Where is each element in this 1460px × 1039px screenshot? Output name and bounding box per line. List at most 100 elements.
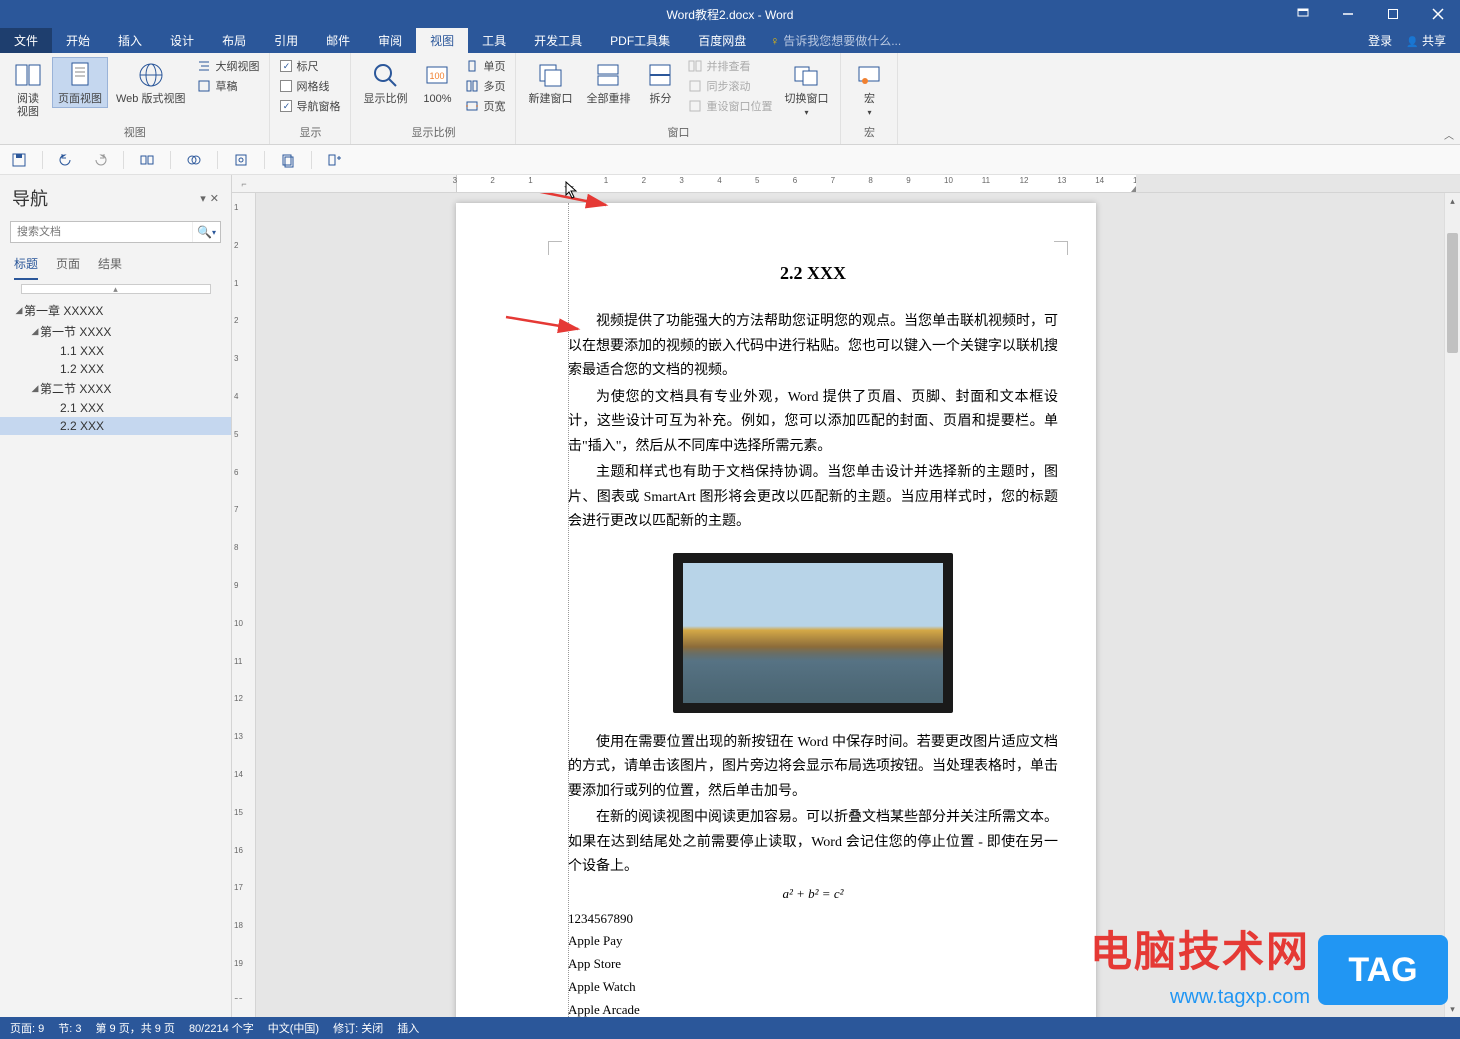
nav-search-input[interactable]: [11, 222, 192, 242]
qat-icon-2[interactable]: [183, 149, 205, 171]
lightbulb-icon: ♀: [770, 34, 779, 48]
tree-item-label: 第二节 XXXX: [40, 380, 111, 397]
margin-guide: [568, 203, 569, 1017]
tab-home[interactable]: 开始: [52, 28, 104, 53]
svg-text:100: 100: [430, 71, 445, 81]
ribbon-options-icon[interactable]: [1280, 0, 1325, 28]
status-insert[interactable]: 插入: [397, 1020, 419, 1036]
margin-corner-icon: [548, 241, 562, 255]
nav-tree-item[interactable]: ◢第二节 XXXX: [0, 378, 231, 399]
body-paragraph: 主题和样式也有助于文档保持协调。当您单击设计并选择新的主题时，图片、图表或 Sm…: [568, 461, 1058, 535]
undo-icon[interactable]: [55, 149, 77, 171]
save-icon[interactable]: [8, 149, 30, 171]
navpane-dropdown-icon[interactable]: ▾: [200, 192, 206, 205]
quick-access-toolbar: [0, 145, 1460, 175]
search-icon[interactable]: 🔍▾: [192, 222, 220, 242]
share-button[interactable]: 👤 共享: [1406, 32, 1446, 49]
tab-references[interactable]: 引用: [260, 28, 312, 53]
collapse-ribbon-icon[interactable]: ︿: [1444, 127, 1454, 142]
arrange-all-button[interactable]: 全部重排: [580, 57, 636, 108]
tab-view[interactable]: 视图: [416, 28, 468, 53]
nav-scroll-up-icon[interactable]: ▴: [21, 284, 211, 294]
read-view-button[interactable]: 阅读 视图: [6, 57, 50, 121]
scroll-thumb[interactable]: [1447, 233, 1458, 353]
vertical-ruler[interactable]: 121234567891011121314151617181920212223: [232, 193, 255, 999]
percent-icon: 100: [421, 59, 453, 91]
body-line: 1234567890: [568, 908, 1058, 931]
nav-search-box[interactable]: 🔍▾: [10, 221, 221, 243]
navpane-close-icon[interactable]: ✕: [210, 192, 219, 205]
body-line: Apple Pay: [568, 930, 1058, 953]
vertical-scrollbar[interactable]: ▴ ▾: [1444, 193, 1460, 1017]
nav-tree-item[interactable]: ◢第一节 XXXX: [0, 321, 231, 342]
tab-file[interactable]: 文件: [0, 28, 52, 53]
horizontal-ruler[interactable]: 3211234567891011121314151617: [256, 175, 1460, 193]
nav-tab-results[interactable]: 结果: [98, 255, 122, 280]
tab-baidu[interactable]: 百度网盘: [684, 28, 760, 53]
zoom-button[interactable]: 显示比例: [357, 57, 413, 108]
login-button[interactable]: 登录: [1368, 32, 1392, 49]
outline-view-button[interactable]: 大纲视图: [193, 57, 263, 75]
nav-tree-item[interactable]: 2.2 XXX: [0, 417, 231, 435]
tell-me-search[interactable]: ♀ 告诉我您想要做什么...: [770, 28, 901, 53]
status-track-changes[interactable]: 修订: 关闭: [333, 1020, 383, 1036]
multi-page-button[interactable]: 多页: [461, 77, 509, 95]
redo-icon[interactable]: [89, 149, 111, 171]
zoom-100-button[interactable]: 100 100%: [415, 57, 459, 108]
tab-developer[interactable]: 开发工具: [520, 28, 596, 53]
status-word-count[interactable]: 80/2214 个字: [189, 1020, 254, 1036]
split-button[interactable]: 拆分: [638, 57, 682, 108]
maximize-icon[interactable]: [1370, 0, 1415, 28]
status-language[interactable]: 中文(中国): [268, 1020, 319, 1036]
qat-icon-4[interactable]: [277, 149, 299, 171]
page-width-button[interactable]: 页宽: [461, 97, 509, 115]
page-view-button[interactable]: 页面视图: [52, 57, 108, 108]
status-page[interactable]: 页面: 9: [10, 1020, 44, 1036]
scroll-down-icon[interactable]: ▾: [1445, 1001, 1460, 1017]
new-window-button[interactable]: 新建窗口: [522, 57, 578, 108]
draft-view-button[interactable]: 草稿: [193, 77, 263, 95]
tab-design[interactable]: 设计: [156, 28, 208, 53]
chevron-down-icon: ▾: [867, 108, 871, 117]
nav-tree-item[interactable]: 1.1 XXX: [0, 342, 231, 360]
checkbox-icon: [280, 80, 292, 92]
ruler-checkbox[interactable]: ✓标尺: [276, 57, 344, 75]
embedded-image[interactable]: [673, 553, 953, 713]
qat-icon-1[interactable]: [136, 149, 158, 171]
scroll-up-icon[interactable]: ▴: [1445, 193, 1460, 209]
nav-tree-item[interactable]: 2.1 XXX: [0, 399, 231, 417]
one-page-button[interactable]: 单页: [461, 57, 509, 75]
navpane-checkbox[interactable]: ✓导航窗格: [276, 97, 344, 115]
tree-item-label: 第一节 XXXX: [40, 323, 111, 340]
ribbon-group-zoom: 显示比例 100 100% 单页 多页 页宽 显示比例: [351, 53, 516, 144]
tab-pdf[interactable]: PDF工具集: [596, 28, 684, 53]
qat-icon-3[interactable]: [230, 149, 252, 171]
statusbar: 页面: 9 节: 3 第 9 页，共 9 页 80/2214 个字 中文(中国)…: [0, 1017, 1460, 1039]
status-section[interactable]: 节: 3: [58, 1020, 81, 1036]
tab-insert[interactable]: 插入: [104, 28, 156, 53]
document-canvas[interactable]: 2.2 XXX 视频提供了功能强大的方法帮助您证明您的观点。当您单击联机视频时，…: [256, 193, 1460, 1017]
minimize-icon[interactable]: [1325, 0, 1370, 28]
switch-window-button[interactable]: 切换窗口▾: [778, 57, 834, 121]
macros-button[interactable]: 宏▾: [847, 57, 891, 121]
tab-mailings[interactable]: 邮件: [312, 28, 364, 53]
nav-tree-item[interactable]: ◢第一章 XXXXX: [0, 300, 231, 321]
group-label-zoom: 显示比例: [357, 122, 509, 142]
close-icon[interactable]: [1415, 0, 1460, 28]
nav-tree-item[interactable]: 1.2 XXX: [0, 360, 231, 378]
tab-layout[interactable]: 布局: [208, 28, 260, 53]
side-by-side-button: 并排查看: [684, 57, 776, 75]
qat-icon-5[interactable]: [324, 149, 346, 171]
caret-icon: ◢: [14, 305, 24, 316]
group-label-window: 窗口: [522, 122, 834, 142]
new-window-icon: [534, 59, 566, 91]
nav-tab-pages[interactable]: 页面: [56, 255, 80, 280]
body-line: App Store: [568, 953, 1058, 976]
web-view-button[interactable]: Web 版式视图: [110, 57, 191, 108]
gridlines-checkbox[interactable]: 网格线: [276, 77, 344, 95]
nav-tab-headings[interactable]: 标题: [14, 255, 38, 280]
tab-review[interactable]: 审阅: [364, 28, 416, 53]
group-label-macros: 宏: [847, 122, 891, 142]
status-page-count[interactable]: 第 9 页，共 9 页: [95, 1020, 174, 1036]
tab-tools[interactable]: 工具: [468, 28, 520, 53]
